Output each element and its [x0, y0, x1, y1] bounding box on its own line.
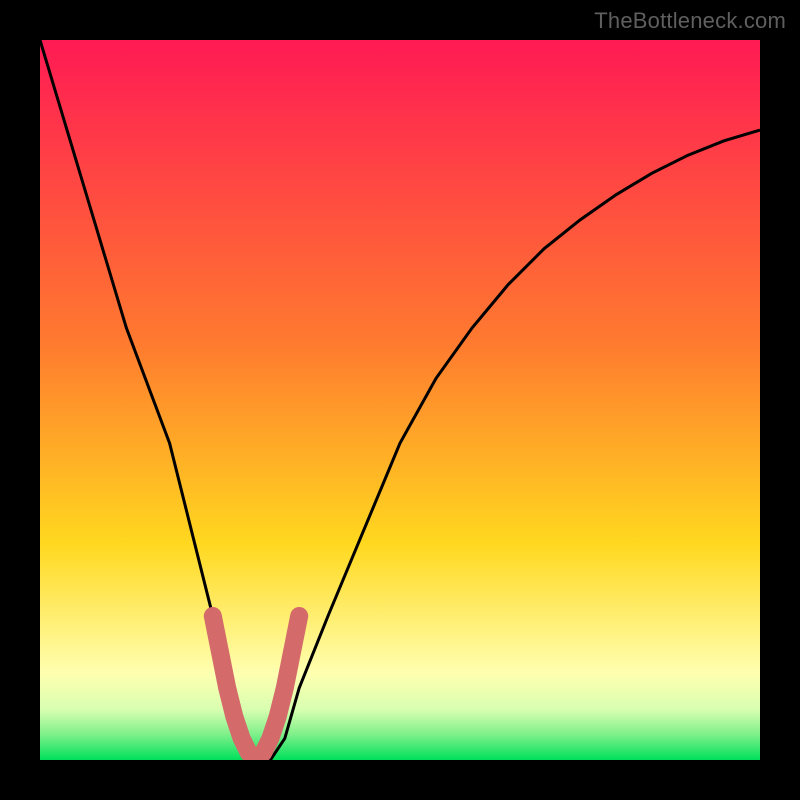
watermark-text: TheBottleneck.com: [594, 8, 786, 34]
chart-frame: TheBottleneck.com: [0, 0, 800, 800]
plot-area: [40, 40, 760, 760]
chart-svg: [40, 40, 760, 760]
gradient-background: [40, 40, 760, 760]
